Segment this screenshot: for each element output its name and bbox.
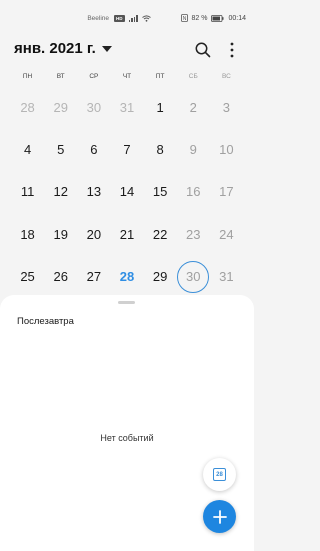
weekday-header: ПН ВТ СР ЧТ ПТ СБ ВС bbox=[11, 73, 243, 85]
weekday-label: ВТ bbox=[56, 73, 65, 80]
day-cell[interactable]: 18 bbox=[11, 213, 44, 255]
day-cell[interactable]: 29 bbox=[44, 86, 77, 128]
weekday-label: ЧТ bbox=[122, 73, 132, 80]
day-cell[interactable]: 9 bbox=[177, 128, 210, 170]
day-cell[interactable]: 15 bbox=[144, 171, 177, 213]
add-event-button[interactable] bbox=[203, 500, 236, 533]
status-bar: Beeline HD N 82 % 00:14 bbox=[0, 0, 254, 36]
month-title: янв. 2021 г. bbox=[14, 40, 96, 57]
day-cell[interactable]: 21 bbox=[110, 213, 143, 255]
day-cell[interactable]: 14 bbox=[110, 171, 143, 213]
day-cell[interactable]: 29 bbox=[144, 256, 177, 298]
battery-percent: 82 % bbox=[191, 14, 208, 22]
day-cell[interactable]: 10 bbox=[210, 128, 243, 170]
day-cell[interactable]: 20 bbox=[77, 213, 110, 255]
day-cell[interactable]: 16 bbox=[177, 171, 210, 213]
day-cell[interactable]: 24 bbox=[210, 213, 243, 255]
day-cell[interactable]: 19 bbox=[44, 213, 77, 255]
selected-day-label: Послезавтра bbox=[17, 316, 74, 327]
day-cell[interactable]: 17 bbox=[210, 171, 243, 213]
day-cell[interactable]: 31 bbox=[210, 256, 243, 298]
weekday-label: СР bbox=[89, 73, 99, 80]
day-cell[interactable]: 22 bbox=[144, 213, 177, 255]
weekday-label: СБ bbox=[188, 73, 198, 80]
day-cell[interactable]: 3 bbox=[210, 86, 243, 128]
day-cell[interactable]: 31 bbox=[110, 86, 143, 128]
signal-icon bbox=[128, 14, 138, 22]
go-to-today-button[interactable]: 28 bbox=[203, 458, 236, 491]
battery-icon bbox=[211, 14, 224, 22]
carrier-label: Beeline bbox=[87, 14, 109, 22]
calendar-header: янв. 2021 г. bbox=[0, 36, 254, 66]
day-cell[interactable]: 6 bbox=[77, 128, 110, 170]
month-grid: 28 29 30 31 1 2 3 4 5 6 7 8 9 10 11 12 13 14 15 16 17 18 19 20 2… bbox=[11, 86, 243, 298]
sheet-drag-handle[interactable] bbox=[118, 301, 135, 304]
day-cell[interactable]: 23 bbox=[177, 213, 210, 255]
svg-text:N: N bbox=[182, 16, 186, 22]
caret-down-icon bbox=[101, 46, 112, 52]
plus-icon bbox=[212, 509, 227, 524]
day-cell[interactable]: 30 bbox=[77, 86, 110, 128]
day-cell[interactable]: 26 bbox=[44, 256, 77, 298]
wifi-icon bbox=[141, 14, 151, 22]
day-cell[interactable]: 7 bbox=[110, 128, 143, 170]
day-cell[interactable]: 5 bbox=[44, 128, 77, 170]
hd-badge: HD bbox=[114, 14, 125, 22]
day-cell[interactable]: 25 bbox=[11, 256, 44, 298]
day-cell[interactable]: 8 bbox=[144, 128, 177, 170]
calendar-today-icon: 28 bbox=[213, 468, 226, 481]
no-events-text: Нет событий bbox=[100, 433, 154, 443]
day-cell[interactable]: 4 bbox=[11, 128, 44, 170]
weekday-label: ВС bbox=[222, 73, 231, 80]
more-vertical-icon[interactable] bbox=[225, 41, 239, 59]
day-cell[interactable]: 30 bbox=[177, 256, 210, 298]
day-cell[interactable]: 27 bbox=[77, 256, 110, 298]
day-cell[interactable]: 13 bbox=[77, 171, 110, 213]
day-cell[interactable]: 11 bbox=[11, 171, 44, 213]
day-cell[interactable]: 28 bbox=[11, 86, 44, 128]
day-cell[interactable]: 28 bbox=[110, 256, 143, 298]
weekday-label: ПТ bbox=[155, 73, 165, 80]
search-icon[interactable] bbox=[194, 41, 212, 59]
day-cell[interactable]: 12 bbox=[44, 171, 77, 213]
nfc-icon: N bbox=[180, 14, 188, 22]
clock: 00:14 bbox=[228, 14, 246, 22]
day-cell[interactable]: 2 bbox=[177, 86, 210, 128]
weekday-label: ПН bbox=[22, 73, 33, 80]
day-cell[interactable]: 1 bbox=[144, 86, 177, 128]
month-selector[interactable]: янв. 2021 г. bbox=[14, 40, 112, 57]
today-icon-number: 28 bbox=[216, 472, 223, 478]
